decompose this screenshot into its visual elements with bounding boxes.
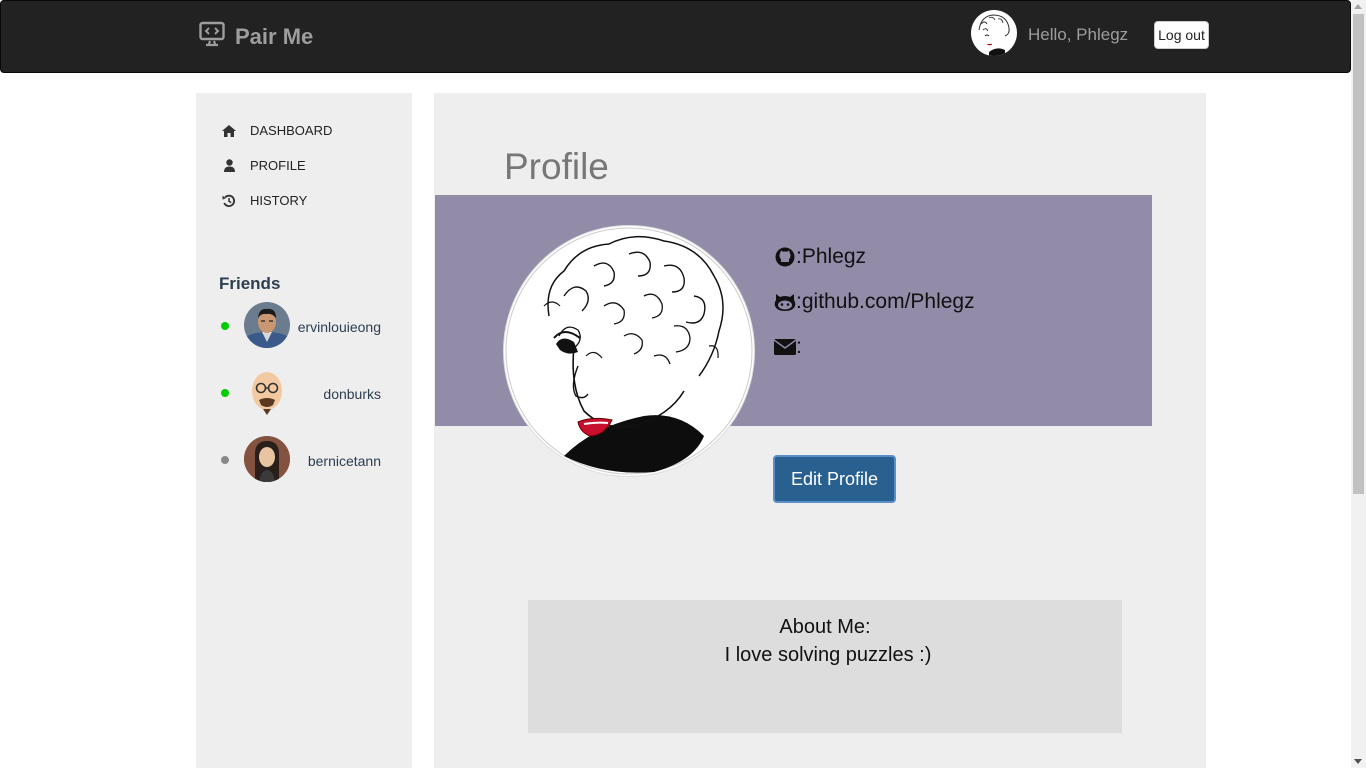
edit-profile-button[interactable]: Edit Profile xyxy=(773,455,896,503)
username-value: Phlegz xyxy=(801,245,867,268)
about-me-text: I love solving puzzles :) xyxy=(724,644,932,666)
monitor-code-icon xyxy=(199,21,225,52)
logout-button[interactable]: Log out xyxy=(1154,21,1209,49)
sidebar-item-label: Profile xyxy=(250,158,306,173)
profile-avatar xyxy=(504,226,754,476)
friend-item[interactable]: donburks xyxy=(218,369,388,417)
user-icon xyxy=(220,159,238,173)
sidebar-item-label: History xyxy=(250,193,308,208)
friend-item[interactable]: bernicetann xyxy=(218,436,388,484)
friend-avatar xyxy=(244,436,290,482)
friends-heading: Friends xyxy=(219,274,281,293)
history-icon xyxy=(220,194,238,208)
about-me-box: About Me: I love solving puzzles :) xyxy=(528,600,1122,733)
online-status-dot xyxy=(221,389,229,397)
scroll-thumb[interactable] xyxy=(1353,14,1364,494)
page-title: Profile xyxy=(504,146,609,187)
email-separator: : xyxy=(796,335,802,358)
sidebar-item-profile[interactable]: Profile xyxy=(220,158,306,173)
friend-name: donburks xyxy=(323,386,381,402)
scroll-down-arrow-icon[interactable] xyxy=(1354,759,1362,764)
github-url-value[interactable]: github.com/Phlegz xyxy=(802,290,975,314)
sidebar: Dashboard Profile History Friends xyxy=(196,93,412,768)
home-icon xyxy=(220,124,238,138)
github-icon xyxy=(774,246,796,268)
user-avatar[interactable] xyxy=(971,10,1017,56)
email-row: : xyxy=(774,335,802,359)
scroll-up-arrow-icon[interactable] xyxy=(1354,4,1362,9)
friend-item[interactable]: ervinlouieong xyxy=(218,302,388,350)
github-url-row: : github.com/Phlegz xyxy=(774,290,975,314)
top-navbar: Pair Me Hello, Phlegz Log out xyxy=(0,0,1351,73)
friend-avatar xyxy=(244,369,290,415)
user-greeting: Hello, Phlegz xyxy=(1028,25,1129,44)
sidebar-item-history[interactable]: History xyxy=(220,193,307,208)
brand-name: Pair Me xyxy=(235,23,314,49)
sidebar-item-dashboard[interactable]: Dashboard xyxy=(220,123,332,138)
friend-name: ervinlouieong xyxy=(297,319,381,335)
friend-name: bernicetann xyxy=(307,453,381,469)
page-scrollbar[interactable] xyxy=(1351,0,1366,768)
sidebar-item-label: Dashboard xyxy=(250,123,333,138)
github-octocat-icon xyxy=(774,291,796,313)
online-status-dot xyxy=(221,322,229,330)
username-row: : Phlegz xyxy=(774,245,866,269)
envelope-icon xyxy=(774,336,796,358)
about-me-title: About Me: xyxy=(779,616,871,638)
offline-status-dot xyxy=(221,456,229,464)
profile-panel: Profile: Phlegz: github.com/Phlegz: E… xyxy=(434,93,1206,768)
brand-link[interactable]: Pair Me xyxy=(199,21,313,52)
friend-avatar xyxy=(244,302,290,348)
